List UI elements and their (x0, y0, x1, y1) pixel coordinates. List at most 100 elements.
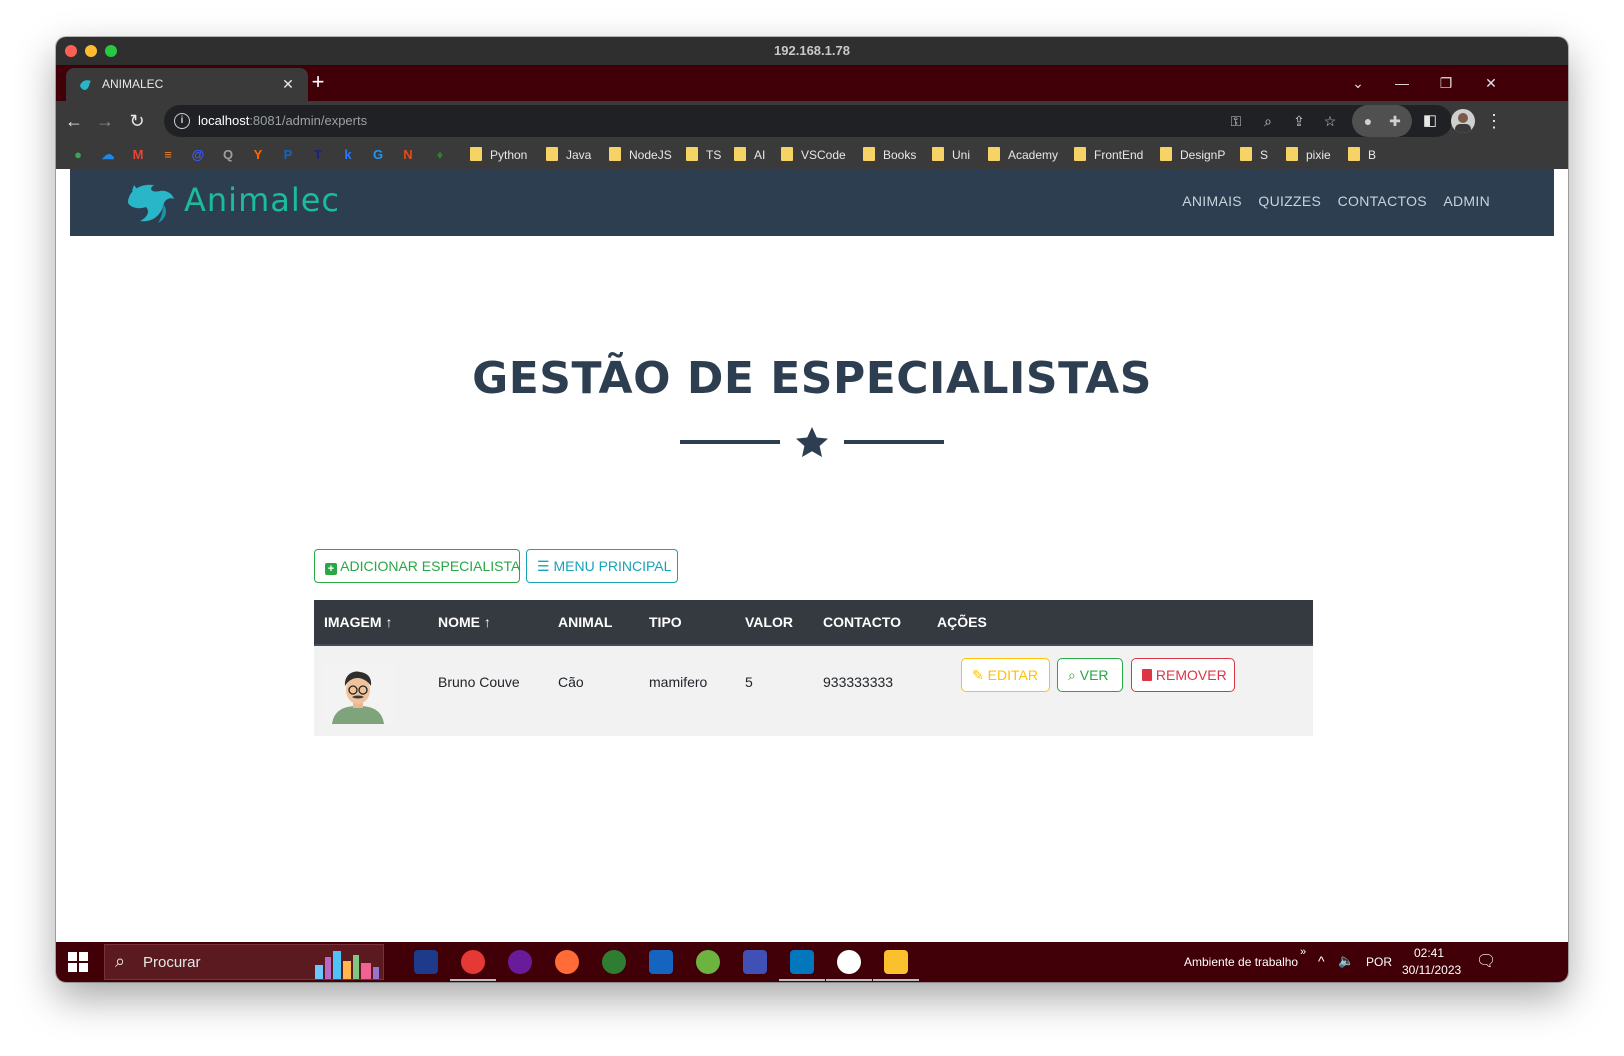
bookmark-folder-vscode[interactable]: VSCode (781, 147, 846, 165)
intellij-app-icon[interactable] (743, 950, 767, 974)
bookmark-folder-uni[interactable]: Uni (932, 147, 970, 165)
th-valor: VALOR (745, 614, 793, 630)
sort-up-icon[interactable]: ↑ (385, 614, 392, 630)
minimize-icon[interactable]: — (1390, 72, 1414, 94)
bookmark-folder-python[interactable]: Python (470, 147, 527, 165)
bookmark-folder-ai[interactable]: AI (734, 147, 765, 165)
gmail-icon[interactable]: M (130, 147, 146, 163)
webstorm-app-icon[interactable] (790, 950, 814, 974)
ycombinator-icon[interactable]: Y (250, 147, 266, 163)
edit-icon: ✎ (972, 667, 984, 683)
bookmark-folder-java[interactable]: Java (546, 147, 591, 165)
file-explorer-icon[interactable] (884, 950, 908, 974)
cell-nome: Bruno Couve (438, 674, 520, 690)
folder-icon (1286, 147, 1298, 161)
mysql-workbench-icon[interactable] (649, 950, 673, 974)
address-bar[interactable]: i localhost:8081/admin/experts ⚿ ⌕ ⇪ ☆ (164, 105, 1452, 137)
add-expert-button[interactable]: + ADICIONAR ESPECIALISTA (314, 549, 520, 583)
share-icon[interactable]: ⇪ (1289, 111, 1309, 131)
bookmark-folder-academy[interactable]: Academy (988, 147, 1058, 165)
podcast-app-icon[interactable] (508, 950, 532, 974)
bookmark-star-icon[interactable]: ☆ (1320, 111, 1340, 131)
tab-search-icon[interactable]: ⌄ (1346, 72, 1370, 94)
main-menu-button[interactable]: ☰ MENU PRINCIPAL (526, 549, 678, 583)
paypal-icon[interactable]: P (280, 147, 296, 163)
bookmark-label: Books (883, 148, 917, 162)
volume-icon[interactable]: 🔈 (1338, 953, 1354, 969)
bookmark-folder-designp[interactable]: DesignP (1160, 147, 1225, 165)
restore-icon[interactable]: ❐ (1434, 72, 1458, 94)
clock-date[interactable]: 30/11/2023 (1402, 963, 1461, 977)
postman-app-icon[interactable] (555, 950, 579, 974)
url-text[interactable]: localhost:8081/admin/experts (198, 113, 367, 128)
cloud-icon[interactable]: ☁ (100, 147, 116, 163)
bookmark-folder-ts[interactable]: TS (686, 147, 721, 165)
notifications-icon[interactable]: 🗨 (1476, 951, 1496, 971)
sort-up-icon[interactable]: ↑ (484, 614, 491, 630)
site-nav-links: ANIMAIS QUIZZES CONTACTOS ADMIN (1170, 193, 1490, 211)
windows-start-icon[interactable] (68, 952, 88, 972)
search-icon: ⌕ (1068, 667, 1076, 683)
chrome-menu-icon[interactable]: ⋮ (1482, 109, 1506, 133)
back-icon[interactable]: ← (62, 109, 86, 133)
th-imagem[interactable]: IMAGEM ↑ (324, 614, 392, 630)
green-icon[interactable]: ● (70, 147, 86, 163)
bookmark-folder-nodejs[interactable]: NodeJS (609, 147, 672, 165)
close-icon[interactable]: ✕ (1479, 72, 1503, 94)
stack-icon[interactable]: ≡ (160, 147, 176, 163)
tab-animalec[interactable]: ANIMALEC ✕ (66, 68, 308, 101)
at-icon[interactable]: @ (190, 147, 206, 163)
t-icon[interactable]: T (310, 147, 326, 163)
show-hidden-icons-icon[interactable]: ^ (1318, 953, 1325, 969)
animalec-logo-icon[interactable] (124, 179, 176, 225)
reload-icon[interactable]: ↻ (125, 109, 149, 133)
taskbar-search[interactable]: ⌕ Procurar (104, 944, 384, 980)
star-icon (796, 427, 828, 457)
hs-app-icon[interactable] (602, 950, 626, 974)
desktop: 192.168.1.78 ANIMALEC ✕ + ⌄ — ❐ ✕ ← → ↻ … (0, 0, 1624, 1056)
key-icon[interactable]: ⚿ (1226, 111, 1246, 131)
nav-animais[interactable]: ANIMAIS (1182, 193, 1242, 209)
extension-mic-icon[interactable]: ● (1358, 111, 1378, 131)
leaf-icon[interactable]: ♦ (432, 147, 448, 163)
profile-avatar[interactable] (1451, 109, 1475, 133)
zoom-icon[interactable]: ⌕ (1258, 111, 1278, 131)
todo-app-icon[interactable] (414, 950, 438, 974)
bookmark-folder-frontend[interactable]: FrontEnd (1074, 147, 1143, 165)
bookmark-folder-pixie[interactable]: pixie (1286, 147, 1331, 165)
th-animal: ANIMAL (558, 614, 613, 630)
nav-quizzes[interactable]: QUIZZES (1258, 193, 1321, 209)
tab-close-icon[interactable]: ✕ (278, 74, 298, 94)
k-icon[interactable]: k (340, 147, 356, 163)
bookmark-folder-books[interactable]: Books (863, 147, 916, 165)
search-bm-icon[interactable]: Q (220, 147, 236, 163)
bookmark-label: Python (490, 148, 528, 162)
remote-titlebar: 192.168.1.78 (56, 37, 1568, 65)
taskbar: ⌕ Procurar Ambiente de trabalho » ^ 🔈 PO… (56, 942, 1568, 982)
chrome-app-icon[interactable] (461, 950, 485, 974)
nav-admin[interactable]: ADMIN (1443, 193, 1490, 209)
th-nome[interactable]: NOME ↑ (438, 614, 491, 630)
loop-icon[interactable]: G (370, 147, 386, 163)
nav-contactos[interactable]: CONTACTOS (1338, 193, 1427, 209)
side-panel-icon[interactable]: ◧ (1418, 109, 1442, 133)
desktop-toolbar-label[interactable]: Ambiente de trabalho (1184, 955, 1298, 969)
extensions-puzzle-icon[interactable]: ✚ (1385, 111, 1405, 131)
view-button[interactable]: ⌕ VER (1057, 658, 1123, 692)
bookmark-label: B (1368, 148, 1377, 162)
forward-icon[interactable]: → (93, 109, 117, 133)
bookmark-folder-s[interactable]: S (1240, 147, 1268, 165)
bookmark-folder-b[interactable]: B (1348, 147, 1376, 165)
mongodb-app-icon[interactable] (837, 950, 861, 974)
new-tab-icon[interactable]: + (306, 71, 330, 95)
edit-button[interactable]: ✎ EDITAR (961, 658, 1050, 692)
clock-time[interactable]: 02:41 (1414, 946, 1444, 960)
remove-button[interactable]: REMOVER (1131, 658, 1235, 692)
th-tipo: TIPO (649, 614, 682, 630)
n-icon[interactable]: N (400, 147, 416, 163)
toolbar-expand-icon[interactable]: » (1300, 946, 1306, 958)
brand-name[interactable]: Animalec (184, 181, 340, 219)
spring-app-icon[interactable] (696, 950, 720, 974)
site-info-icon[interactable]: i (174, 113, 190, 129)
language-indicator[interactable]: POR (1366, 955, 1392, 969)
